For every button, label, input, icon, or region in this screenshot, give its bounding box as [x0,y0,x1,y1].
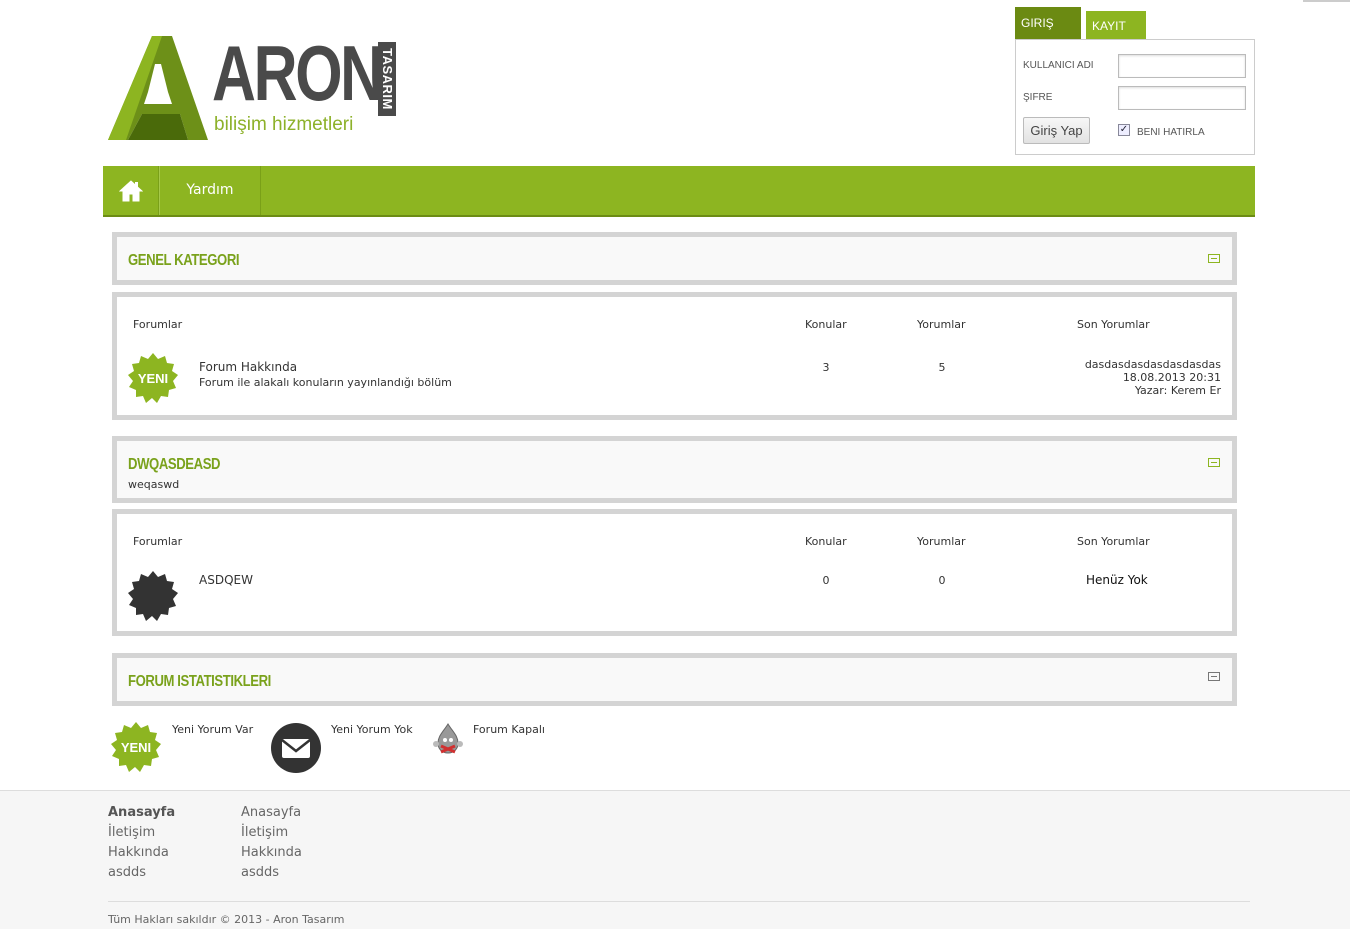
logo-wordmark: ARON [212,29,384,117]
tab-login[interactable]: GIRIŞ YAP [1015,7,1081,62]
main-nav: Yardım [103,166,1255,217]
col-last: Son Yorumlar [1077,318,1150,331]
col-last: Son Yorumlar [1077,535,1150,548]
tab-register[interactable]: KAYIT OL [1086,11,1146,63]
username-label: KULLANICI ADI [1023,60,1094,71]
forum-table-dwqasdeasd: Forumlar Konular Yorumlar Son Yorumlar A… [112,509,1237,636]
col-forums: Forumlar [133,318,183,331]
footer-divider [108,901,1250,902]
forum-name-link[interactable]: ASDQEW [199,573,253,587]
footer-link-about[interactable]: Hakkında [241,843,302,863]
logo-side-band: TASARIM [378,42,396,116]
password-input[interactable] [1118,86,1246,110]
last-post-date: 18.08.2013 20:31 [1122,371,1221,384]
legend-label-none: Yeni Yorum Yok [331,723,413,736]
remember-label: BENI HATIRLA [1137,127,1205,138]
top-edge-bar [1303,0,1350,2]
logo-a-mark [108,36,208,140]
footer-link-home[interactable]: Anasayfa [108,803,175,823]
new-badge-icon: YENI [111,722,161,772]
mail-icon [271,723,321,773]
nav-home-button[interactable] [103,166,159,215]
col-forums: Forumlar [133,535,183,548]
category-header-dwqasdeasd: DWQASDEASD weqaswd [112,436,1237,503]
col-replies: Yorumlar [917,535,966,548]
nav-item-help[interactable]: Yardım [159,166,261,215]
footer-link-asdds[interactable]: asdds [241,863,302,883]
badge-text: YENI [121,740,151,755]
reply-count: 0 [938,574,946,587]
page: ARON TASARIM bilişim hizmetleri GIRIŞ YA… [0,0,1350,929]
site-logo[interactable]: ARON TASARIM bilişim hizmetleri [108,34,408,146]
remember-checkbox[interactable]: ✓ [1118,124,1130,136]
footer: Anasayfa İletişim Hakkında asdds Anasayf… [0,790,1350,929]
badge-text: YENI [138,371,168,386]
stats-header: FORUM ISTATISTIKLERI [112,653,1237,706]
username-input[interactable] [1118,54,1246,78]
col-topics: Konular [805,318,847,331]
footer-link-home[interactable]: Anasayfa [241,803,302,823]
topic-count: 3 [822,361,830,374]
last-post-author: Yazar: Kerem Er [1134,384,1221,397]
category-subtitle: weqaswd [128,478,180,491]
footer-link-asdds[interactable]: asdds [108,863,175,883]
last-post-none: Henüz Yok [1086,573,1148,587]
login-panel: KULLANICI ADI ŞIFRE Giriş Yap ✓ BENI HAT… [1015,39,1255,155]
legend-label-closed: Forum Kapalı [473,723,545,736]
forum-name-link[interactable]: Forum Hakkında [199,360,297,374]
logo-side-text: TASARIM [380,48,395,110]
footer-copyright: Tüm Hakları sakıldır © 2013 - Aron Tasar… [108,913,345,926]
col-topics: Konular [805,535,847,548]
topic-count: 0 [822,574,830,587]
col-replies: Yorumlar [917,318,966,331]
new-badge-icon: YENI [128,353,178,403]
footer-col-1: Anasayfa İletişim Hakkında asdds [108,803,175,883]
collapse-icon[interactable] [1208,458,1220,467]
password-label: ŞIFRE [1023,92,1053,103]
forum-description: Forum ile alakalı konuların yayınlandığı… [199,376,452,389]
home-icon [118,179,143,201]
no-new-posts-icon [128,571,178,621]
footer-link-about[interactable]: Hakkında [108,843,175,863]
collapse-icon[interactable] [1208,672,1220,681]
stats-title[interactable]: FORUM ISTATISTIKLERI [128,673,271,691]
login-submit-button[interactable]: Giriş Yap [1023,117,1090,144]
footer-col-2: Anasayfa İletişim Hakkında asdds [241,803,302,883]
category-header-genel: GENEL KATEGORI [112,232,1237,285]
collapse-icon[interactable] [1208,254,1220,263]
category-title[interactable]: DWQASDEASD [128,456,221,474]
last-post-title[interactable]: dasdasdasdasdasdasdas [1085,358,1221,371]
reply-count: 5 [938,361,946,374]
footer-link-contact[interactable]: İletişim [108,823,175,843]
category-title[interactable]: GENEL KATEGORI [128,252,240,270]
locked-forum-icon [433,723,463,754]
footer-link-contact[interactable]: İletişim [241,823,302,843]
logo-tagline: bilişim hizmetleri [214,114,354,135]
legend-label-new: Yeni Yorum Var [172,723,254,736]
forum-table-genel: Forumlar Konular Yorumlar Son Yorumlar Y… [112,292,1237,420]
